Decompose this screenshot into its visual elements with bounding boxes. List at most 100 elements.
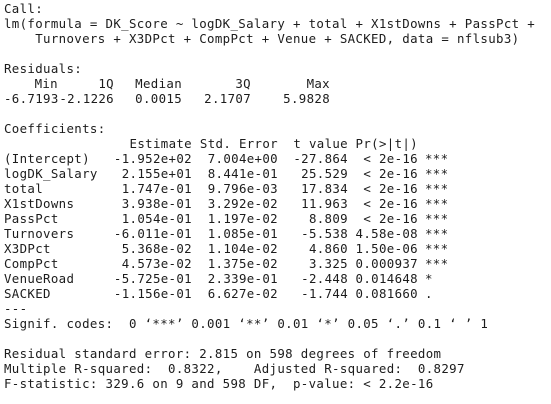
coefficient-p-value: 0.081660 <box>355 286 418 301</box>
coefficients-header-row: Estimate Std. Error t value Pr(>|t|) <box>4 136 549 151</box>
coefficient-name: X3DPct <box>4 241 51 256</box>
call-label: Call: <box>4 1 44 16</box>
residuals-value-1q: -2.1226 <box>59 91 114 106</box>
coefficient-p-value: 1.50e-06 <box>355 241 418 256</box>
coefficient-row: VenueRoad -5.725e-01 2.339e-01 -2.448 0.0146… <box>4 271 549 286</box>
coefficient-std-error: 1.375e-02 <box>207 256 278 271</box>
coefficient-row: X3DPct 5.368e-02 1.104e-02 4.860 1.50e-06 *** <box>4 241 549 256</box>
coefficient-row: Turnovers -6.011e-01 1.085e-01 -5.538 4.58e-… <box>4 226 549 241</box>
coefficient-name: SACKED <box>4 286 51 301</box>
coefficient-estimate: 4.573e-02 <box>121 256 192 271</box>
coefficient-name: PassPct <box>4 211 59 226</box>
coefficient-std-error: 1.104e-02 <box>207 241 278 256</box>
coefficient-t-value: -2.448 <box>301 271 348 286</box>
coefficient-signif: *** <box>425 166 449 181</box>
residuals-label: Residuals: <box>4 61 83 76</box>
residuals-value-median: 0.0015 <box>135 91 182 106</box>
f-statistic-line: F-statistic: 329.6 on 9 and 598 DF, p-va… <box>4 376 434 391</box>
coefficient-std-error: 9.796e-03 <box>207 181 278 196</box>
coefficient-signif: *** <box>425 241 449 256</box>
residuals-value-max: 5.9828 <box>283 91 330 106</box>
coefficient-p-value: < 2e-16 <box>363 166 418 181</box>
coefficient-name: Turnovers <box>4 226 75 241</box>
coefficient-p-value: < 2e-16 <box>363 181 418 196</box>
coefficient-signif: *** <box>425 151 449 166</box>
coefficient-estimate: 2.155e+01 <box>121 166 192 181</box>
residuals-value-min: -6.7193 <box>4 91 59 106</box>
coefficient-std-error: 8.441e-01 <box>207 166 278 181</box>
coefficient-p-value: 0.014648 <box>355 271 418 286</box>
residuals-header-median: Median <box>135 76 182 91</box>
coefficient-t-value: -5.538 <box>301 226 348 241</box>
coefficient-t-value: -27.864 <box>293 151 348 166</box>
signif-codes: Signif. codes: 0 ‘***’ 0.001 ‘**’ 0.01 ‘… <box>4 316 489 331</box>
coefficient-name: VenueRoad <box>4 271 75 286</box>
coefficients-header-estimate: Estimate <box>129 136 192 151</box>
coefficient-p-value: 4.58e-08 <box>355 226 418 241</box>
coefficient-estimate: 3.938e-01 <box>121 196 192 211</box>
coefficient-estimate: 1.054e-01 <box>121 211 192 226</box>
coefficient-name: logDK_Salary <box>4 166 98 181</box>
residuals-header-1q: 1Q <box>98 76 114 91</box>
signif-separator: --- <box>4 301 28 316</box>
coefficient-std-error: 7.004e+00 <box>207 151 278 166</box>
r-squared-line: Multiple R-squared: 0.8322, Adjusted R-s… <box>4 361 473 376</box>
coefficient-t-value: 4.860 <box>308 241 348 256</box>
coefficient-row: X1stDowns 3.938e-01 3.292e-02 11.963 < 2e-16… <box>4 196 549 211</box>
call-formula-line-1: lm(formula = DK_Score ~ logDK_Salary + t… <box>4 16 536 31</box>
coefficient-row: SACKED -1.156e-01 6.627e-02 -1.744 0.081660. <box>4 286 549 301</box>
coefficient-row: PassPct 1.054e-01 1.197e-02 8.809 < 2e-16 *** <box>4 211 549 226</box>
coefficients-header-t-value: t value <box>293 136 348 151</box>
coefficient-p-value: < 2e-16 <box>363 211 418 226</box>
coefficient-name: total <box>4 181 44 196</box>
r-console-output: Call: lm(formula = DK_Score ~ logDK_Sala… <box>4 1 549 401</box>
coefficient-signif: *** <box>425 196 449 211</box>
coefficient-t-value: -1.744 <box>301 286 348 301</box>
coefficient-row: logDK_Salary 2.155e+01 8.441e-01 25.529 < 2e… <box>4 166 549 181</box>
coefficient-estimate: -6.011e-01 <box>113 226 192 241</box>
coefficient-row: (Intercept) -1.952e+02 7.004e+00 -27.864 < 2… <box>4 151 549 166</box>
coefficient-std-error: 1.085e-01 <box>207 226 278 241</box>
coefficients-header-std-error: Std. Error <box>199 136 278 151</box>
coefficient-row: total 1.747e-01 9.796e-03 17.834 < 2e-16 *** <box>4 181 549 196</box>
coefficient-p-value: < 2e-16 <box>363 196 418 211</box>
coefficient-estimate: -1.156e-01 <box>113 286 192 301</box>
coefficient-std-error: 2.339e-01 <box>207 271 278 286</box>
coefficient-signif: *** <box>425 256 449 271</box>
coefficient-estimate: 1.747e-01 <box>121 181 192 196</box>
coefficients-header-p-value: Pr(>|t|) <box>355 136 418 151</box>
residuals-header-row: Min 1Q Median 3Q Max <box>4 76 549 91</box>
coefficient-t-value: 8.809 <box>308 211 348 226</box>
coefficient-estimate: -1.952e+02 <box>113 151 192 166</box>
coefficient-name: X1stDowns <box>4 196 75 211</box>
residuals-values-row: -6.7193-2.1226 0.0015 2.1707 5.9828 <box>4 91 549 106</box>
coefficient-signif: . <box>425 286 433 301</box>
coefficient-estimate: -5.725e-01 <box>113 271 192 286</box>
coefficient-signif: *** <box>425 211 449 226</box>
residuals-value-3q: 2.1707 <box>204 91 251 106</box>
coefficients-table-body: (Intercept) -1.952e+02 7.004e+00 -27.864 < 2… <box>4 151 549 301</box>
coefficient-std-error: 1.197e-02 <box>207 211 278 226</box>
coefficient-p-value: 0.000937 <box>355 256 418 271</box>
coefficient-estimate: 5.368e-02 <box>121 241 192 256</box>
coefficient-name: CompPct <box>4 256 59 271</box>
coefficient-t-value: 25.529 <box>301 166 348 181</box>
call-formula-line-2: Turnovers + X3DPct + CompPct + Venue + S… <box>4 31 520 46</box>
coefficient-std-error: 6.627e-02 <box>207 286 278 301</box>
residual-standard-error: Residual standard error: 2.815 on 598 de… <box>4 346 442 361</box>
residuals-header-min: Min <box>34 76 58 91</box>
coefficients-label: Coefficients: <box>4 121 106 136</box>
coefficient-signif: *** <box>425 226 449 241</box>
coefficient-t-value: 17.834 <box>301 181 348 196</box>
coefficient-t-value: 11.963 <box>301 196 348 211</box>
coefficient-name: (Intercept) <box>4 151 90 166</box>
coefficient-t-value: 3.325 <box>308 256 348 271</box>
coefficient-row: CompPct 4.573e-02 1.375e-02 3.325 0.000937 **… <box>4 256 549 271</box>
coefficient-signif: *** <box>425 181 449 196</box>
coefficient-p-value: < 2e-16 <box>363 151 418 166</box>
coefficient-std-error: 3.292e-02 <box>207 196 278 211</box>
residuals-header-3q: 3Q <box>235 76 251 91</box>
